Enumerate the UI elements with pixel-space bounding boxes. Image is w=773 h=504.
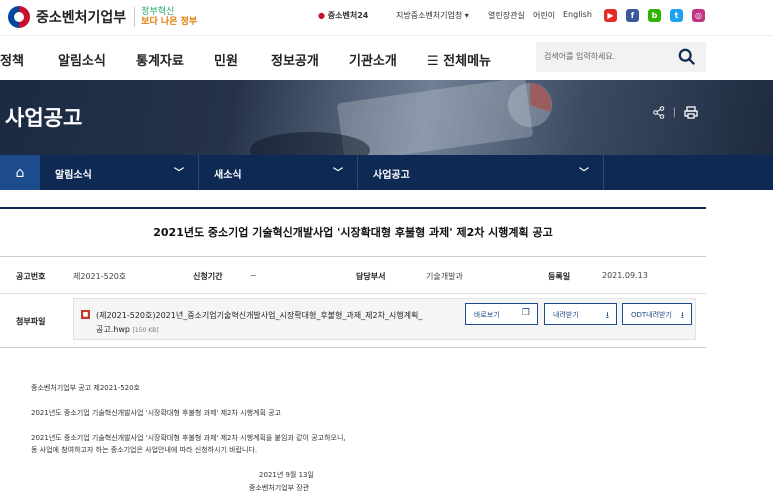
body-paragraph-line-1: 2021년도 중소기업 기술혁신개발사업 '시장확대형 후불형 과제' 제2차 … — [31, 434, 346, 442]
application-period-label: 신청기간 — [193, 272, 223, 281]
util-link-english[interactable]: English — [563, 10, 592, 19]
top-bar: 중소벤처기업부 정부혁신 보다 나은 정부 ● 중소벤처24 지방중소벤처기업청… — [0, 0, 773, 35]
body-notice-title: 2021년도 중소기업 기술혁신개발사업 '시장확대형 후불형 과제' 제2차 … — [31, 409, 281, 417]
hwp-file-icon: ■ — [81, 310, 90, 319]
odt-download-button[interactable]: ODT내려받기 ⭳ — [622, 303, 692, 325]
breadcrumb: ⌂ 알림소식 ﹀ 새소식 ﹀ 사업공고 ﹀ — [0, 155, 773, 190]
nav-about[interactable]: 기관소개 — [349, 50, 397, 69]
hero-background-image — [250, 80, 552, 155]
body-signer: 중소벤처기업부 장관 — [249, 484, 310, 492]
home-icon[interactable]: ⌂ — [0, 155, 40, 190]
preview-button[interactable]: 바로보기 ❐ — [465, 303, 538, 325]
ministry-logo[interactable]: 중소벤처기업부 정부혁신 보다 나은 정부 — [8, 6, 197, 28]
notice-number-value: 제2021-520호 — [73, 272, 127, 281]
util-link-regional-office[interactable]: 지방중소벤처기업청 ▾ — [396, 10, 469, 21]
nav-news[interactable]: 알림소식 — [58, 50, 106, 69]
nav-statistics[interactable]: 통계자료 — [136, 50, 184, 69]
youtube-icon[interactable]: ▶ — [604, 9, 617, 22]
search-box[interactable]: 검색어를 입력하세요. — [536, 42, 706, 72]
copy-icon: ❐ — [521, 308, 530, 318]
notice-title: 2021년도 중소기업 기술혁신개발사업 '시장확대형 후불형 과제' 제2차 … — [153, 226, 553, 239]
chevron-down-icon: ﹀ — [579, 168, 589, 179]
hero-banner: 사업공고 | — [0, 80, 773, 155]
attachment-label: 첨부파일 — [16, 317, 46, 326]
download-icon: ⭳ — [680, 311, 684, 321]
notice-number-label: 공고번호 — [16, 272, 46, 281]
breadcrumb-level-1[interactable]: 알림소식 ﹀ — [40, 155, 199, 190]
body-notice-number: 중소벤처기업부 공고 제2021-520호 — [31, 384, 140, 392]
logo-text: 중소벤처기업부 — [36, 10, 127, 26]
body-date: 2021년 9월 13일 — [259, 471, 314, 479]
title-rule — [0, 207, 706, 209]
search-icon[interactable] — [678, 48, 696, 66]
share-icon[interactable] — [652, 106, 665, 119]
nav-all-menu[interactable]: ☰ 전체메뉴 — [427, 50, 491, 69]
download-icon: ⭳ — [605, 311, 609, 321]
page-title: 사업공고 — [5, 106, 83, 130]
smes24-icon: ● — [318, 11, 325, 20]
download-button[interactable]: 내려받기 ⭳ — [544, 303, 617, 325]
registered-date-value: 2021.09.13 — [602, 271, 648, 280]
print-icon[interactable] — [684, 106, 698, 119]
attachment-file: ■ (제2021-520호)2021년_중소기업기술혁신개발사업_시장확대형_후… — [73, 298, 696, 340]
notice-info-row: 공고번호 제2021-520호 신청기간 ~ 담당부서 기술개발과 등록일 20… — [0, 256, 706, 294]
breadcrumb-level-2[interactable]: 새소식 ﹀ — [199, 155, 358, 190]
attachment-filename[interactable]: (제2021-520호)2021년_중소기업기술혁신개발사업_시장확대형_후불형… — [96, 309, 456, 338]
util-link-kids[interactable]: 어린이 — [533, 10, 555, 21]
nav-civil-petition[interactable]: 민원 — [214, 50, 238, 69]
chevron-down-icon: ﹀ — [333, 168, 343, 179]
file-size: [150 KB] — [132, 327, 159, 334]
blog-icon[interactable]: b — [648, 9, 661, 22]
search-input[interactable]: 검색어를 입력하세요. — [544, 51, 615, 62]
nav-disclosure[interactable]: 정보공개 — [271, 50, 319, 69]
chevron-down-icon: ﹀ — [174, 168, 184, 179]
twitter-icon[interactable]: t — [670, 9, 683, 22]
nav-policy[interactable]: 정책 — [0, 50, 24, 69]
util-link-smes24[interactable]: ● 중소벤처24 — [318, 10, 368, 21]
instagram-icon[interactable]: ◎ — [692, 9, 705, 22]
icon-divider: | — [672, 107, 676, 118]
department-label: 담당부서 — [356, 272, 386, 281]
application-period-value: ~ — [250, 271, 257, 280]
breadcrumb-level-3[interactable]: 사업공고 ﹀ — [358, 155, 604, 190]
facebook-icon[interactable]: f — [626, 9, 639, 22]
chevron-down-icon: ▾ — [464, 11, 469, 20]
util-link-minister[interactable]: 열린장관실 — [488, 10, 525, 21]
body-paragraph-line-2: 동 사업에 참여하고자 하는 중소기업은 사업안내에 따라 신청하시기 바랍니다… — [31, 446, 258, 454]
attachment-row: 첨부파일 ■ (제2021-520호)2021년_중소기업기술혁신개발사업_시장… — [0, 294, 706, 348]
government-innovation-slogan: 정부혁신 보다 나은 정부 — [134, 7, 197, 27]
department-value: 기술개발과 — [426, 272, 463, 281]
registered-date-label: 등록일 — [548, 272, 571, 281]
taegeuk-icon — [8, 6, 30, 28]
